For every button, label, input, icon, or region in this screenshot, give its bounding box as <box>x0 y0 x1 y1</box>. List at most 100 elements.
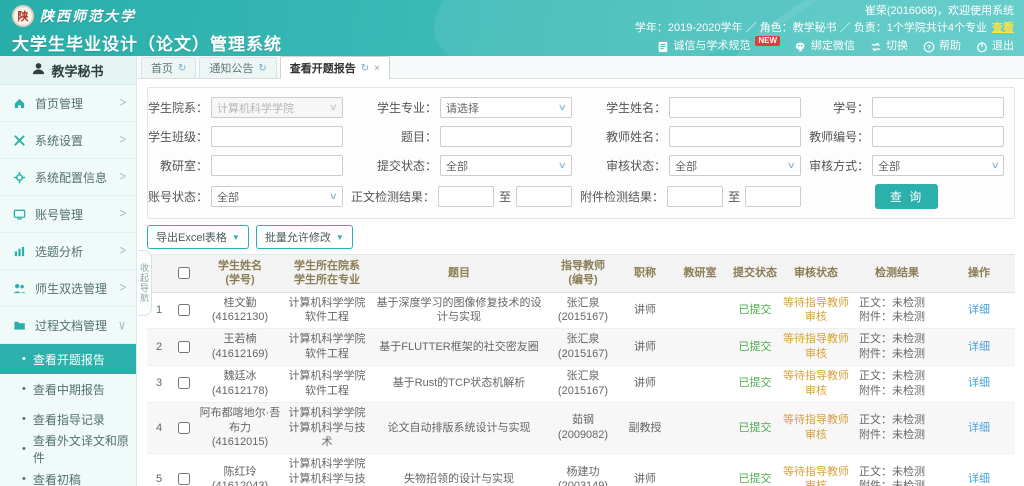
brand: 陕 陕西师范大学 大学生毕业设计（论文）管理系统 <box>12 5 282 55</box>
sidebar-subitem[interactable]: •查看开题报告 <box>0 344 136 374</box>
body-check-range-from[interactable] <box>438 186 494 207</box>
teacher-cell: 茹钢(2009082) <box>547 402 619 454</box>
tab[interactable]: 查看开题报告↻× <box>280 56 390 79</box>
row-checkbox[interactable] <box>178 341 190 353</box>
account-status-select[interactable]: 全部∨ <box>211 186 343 207</box>
row-checkbox-cell <box>171 454 197 486</box>
search-button[interactable]: 查 询 <box>875 184 938 209</box>
sidebar-subitem[interactable]: •查看初稿 <box>0 464 136 486</box>
chevron-down-icon: ∨ <box>787 160 796 171</box>
title-input[interactable] <box>440 126 572 147</box>
detail-link[interactable]: 详细 <box>968 473 990 485</box>
tab[interactable]: 通知公告↻ <box>199 57 276 78</box>
table-body: 1桂文勤(41612130)计算机科学学院软件工程基于深度学习的图像修复技术的设… <box>147 292 1015 486</box>
sidebar-subitem[interactable]: •查看指导记录 <box>0 404 136 434</box>
refresh-icon[interactable]: ↻ <box>178 63 186 74</box>
student-id-input[interactable] <box>872 97 1004 118</box>
office-cell <box>671 402 729 454</box>
chevron-down-icon: ∨ <box>118 317 126 333</box>
title-cell: 基于Rust的TCP状态机解析 <box>371 365 547 402</box>
sidebar-item[interactable]: 选题分析> <box>0 233 136 270</box>
header-link-help[interactable]: ?帮助 <box>923 38 961 55</box>
submit-status-select[interactable]: 全部∨ <box>440 155 572 176</box>
row-checkbox[interactable] <box>178 473 190 485</box>
review-mode-select[interactable]: 全部∨ <box>872 155 1004 176</box>
chevron-down-icon: ∨ <box>329 191 338 202</box>
sidebar-subitem[interactable]: •查看中期报告 <box>0 374 136 404</box>
column-header: 操作 <box>943 255 1015 293</box>
filter-label: 学生班级： <box>148 128 208 145</box>
office-input[interactable] <box>211 155 343 176</box>
batch-allow-edit-button[interactable]: 批量允许修改 ▼ <box>256 225 353 249</box>
submit-status-cell: 已提交 <box>729 329 781 366</box>
row-checkbox-cell <box>171 365 197 402</box>
student-major-select[interactable]: 请选择∨ <box>440 97 572 118</box>
row-checkbox[interactable] <box>178 422 190 434</box>
college-cell: 计算机科学学院计算机科学与技术 <box>283 454 371 486</box>
review-status-select[interactable]: 全部∨ <box>669 155 801 176</box>
attach-check-range-to[interactable] <box>745 186 801 207</box>
filter-label: 教师姓名： <box>606 128 666 145</box>
filter-label: 提交状态： <box>377 157 437 174</box>
review-status-cell: 等待指导教师审核 <box>781 454 851 486</box>
range-separator: 至 <box>728 188 740 205</box>
header-link-power[interactable]: 退出 <box>976 38 1014 55</box>
filter-label: 审核状态： <box>606 157 666 174</box>
power-icon <box>976 41 988 53</box>
role-title: 教学秘书 <box>51 61 103 80</box>
teacher-name-input[interactable] <box>669 126 801 147</box>
college-cell: 计算机科学学院软件工程 <box>283 365 371 402</box>
select-all-checkbox[interactable] <box>178 267 190 279</box>
bullet-icon: • <box>22 384 26 395</box>
filter-label: 学生姓名： <box>606 99 666 116</box>
refresh-icon[interactable]: ↻ <box>361 63 369 74</box>
row-index: 3 <box>147 365 171 402</box>
student-cell: 魏廷冰(41612178) <box>197 365 283 402</box>
row-index: 4 <box>147 402 171 454</box>
header-link-wechat[interactable]: 绑定微信 <box>795 38 855 55</box>
sidebar-item[interactable]: 首页管理> <box>0 85 136 122</box>
body-check-range-to[interactable] <box>516 186 572 207</box>
review-status-cell: 等待指导教师审核 <box>781 402 851 454</box>
check-result-cell: 正文：未检测附件：未检测 <box>851 365 943 402</box>
tab-bar: 首页↻通知公告↻查看开题报告↻× <box>138 56 1024 79</box>
sidebar-item[interactable]: 过程文档管理∨ <box>0 307 136 344</box>
filter-label: 学生专业： <box>377 99 437 116</box>
sidebar-item[interactable]: 系统设置> <box>0 122 136 159</box>
student-class-input[interactable] <box>211 126 343 147</box>
title-cell: 失物招领的设计与实现 <box>371 454 547 486</box>
view-majors-link[interactable]: 查看 <box>992 22 1014 34</box>
sidebar-item[interactable]: 师生双选管理> <box>0 270 136 307</box>
close-tab-icon[interactable]: × <box>374 63 380 74</box>
svg-text:?: ? <box>927 44 931 51</box>
attach-check-range-from[interactable] <box>667 186 723 207</box>
header-link-document[interactable]: 诚信与学术规范NEW <box>657 38 780 55</box>
user-icon <box>32 62 45 78</box>
collapse-nav-tab[interactable]: 收起导航 <box>138 250 152 316</box>
tab[interactable]: 首页↻ <box>141 57 196 78</box>
chevron-down-icon: ∨ <box>558 102 567 113</box>
student-cell: 桂文勤(41612130) <box>197 292 283 329</box>
sidebar-item[interactable]: 账号管理> <box>0 196 136 233</box>
detail-link[interactable]: 详细 <box>968 377 990 389</box>
table-row: 4阿布都喀地尔·吾布力(41612015)计算机科学学院计算机科学与技术论文自动… <box>147 402 1015 454</box>
teacher-id-input[interactable] <box>872 126 1004 147</box>
row-checkbox[interactable] <box>178 304 190 316</box>
export-excel-button[interactable]: 导出Excel表格 ▼ <box>147 225 249 249</box>
row-checkbox[interactable] <box>178 377 190 389</box>
sidebar-subitem[interactable]: •查看外文译文和原件 <box>0 434 136 464</box>
detail-link[interactable]: 详细 <box>968 341 990 353</box>
refresh-icon[interactable]: ↻ <box>258 63 266 74</box>
student-college-select[interactable]: 计算机科学学院∨ <box>211 97 343 118</box>
session-meta: 学年：2019-2020学年 ／ 角色：教学秘书 ／ 负责：1个学院共计4个专业… <box>635 20 1014 37</box>
filter-label: 审核方式： <box>809 157 869 174</box>
sidebar-item[interactable]: 系统配置信息> <box>0 159 136 196</box>
filter-label: 附件检测结果： <box>580 188 664 205</box>
detail-link[interactable]: 详细 <box>968 422 990 434</box>
student-name-input[interactable] <box>669 97 801 118</box>
chevron-right-icon: > <box>120 96 126 110</box>
chevron-right-icon: > <box>120 244 126 258</box>
sidebar: 教学秘书 首页管理>系统设置>系统配置信息>账号管理>选题分析>师生双选管理>过… <box>0 56 137 486</box>
detail-link[interactable]: 详细 <box>968 304 990 316</box>
header-link-switch[interactable]: 切换 <box>870 38 908 55</box>
